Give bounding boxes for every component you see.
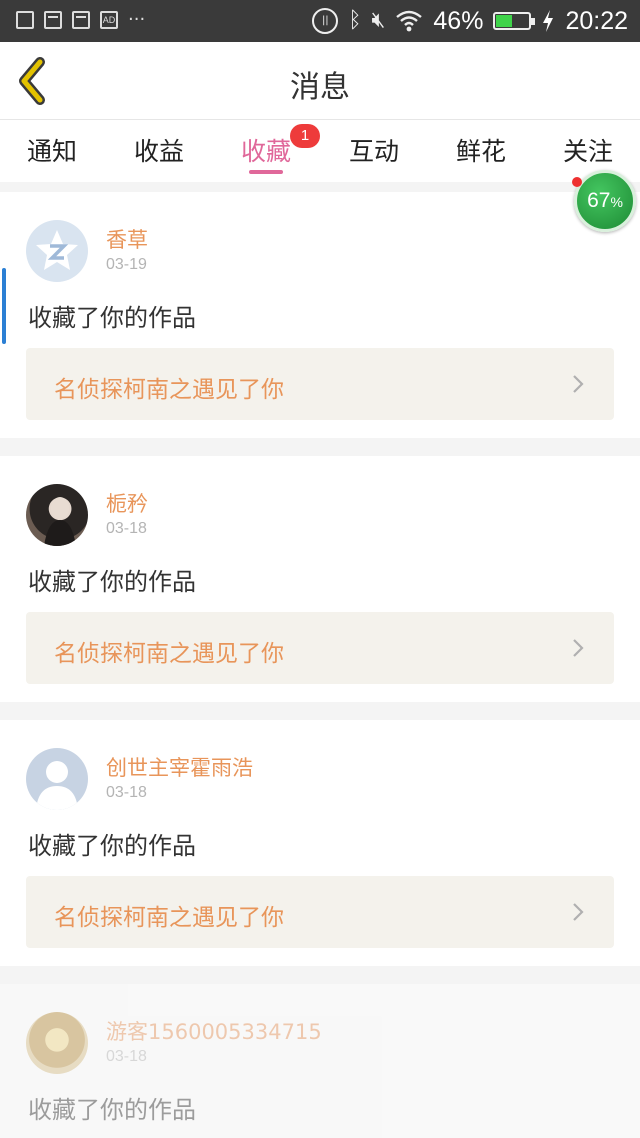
chevron-right-icon: [573, 903, 584, 921]
more-dots-icon: ···: [128, 9, 146, 30]
tab-label: 收藏: [240, 137, 291, 166]
avatar[interactable]: [26, 484, 88, 546]
work-title: 名侦探柯南之遇见了你: [54, 905, 284, 931]
float-ball-unit: %: [610, 194, 623, 210]
message-card[interactable]: 香草 03-19 收藏了你的作品 名侦探柯南之遇见了你: [0, 192, 640, 438]
message-date: 03-19: [106, 256, 147, 273]
calendar-icon: [44, 11, 62, 29]
tab-flowers[interactable]: 鲜花: [441, 132, 521, 168]
tab-label: 通知: [26, 137, 77, 166]
avatar[interactable]: [26, 220, 88, 282]
charging-bolt-icon: [543, 10, 554, 32]
message-card[interactable]: 栀矜 03-18 收藏了你的作品 名侦探柯南之遇见了你: [0, 456, 640, 702]
tab-notifications[interactable]: 通知: [12, 132, 92, 168]
ad-icon: AD: [100, 11, 118, 29]
page-title: 消息: [290, 70, 350, 105]
username[interactable]: 创世主宰霍雨浩: [106, 752, 253, 782]
username[interactable]: 香草: [106, 224, 148, 254]
wifi-icon: [396, 10, 423, 32]
chevron-right-icon: [573, 639, 584, 657]
tab-follow[interactable]: 关注: [548, 132, 628, 168]
work-title: 名侦探柯南之遇见了你: [54, 641, 284, 667]
message-text: 收藏了你的作品: [28, 304, 196, 332]
message-card[interactable]: 创世主宰霍雨浩 03-18 收藏了你的作品 名侦探柯南之遇见了你: [0, 720, 640, 966]
work-link[interactable]: 名侦探柯南之遇见了你: [26, 876, 614, 948]
message-date: 03-18: [106, 784, 147, 801]
tab-bar: 通知 收益 收藏 1 互动 鲜花 关注: [0, 120, 640, 182]
message-text: 收藏了你的作品: [28, 1096, 196, 1124]
message-date: 03-18: [106, 520, 147, 537]
status-bar: AD ··· || ᛒ 🔇︎ 46% 20:22: [0, 0, 640, 42]
sound-wave-icon: ||: [312, 8, 339, 34]
scroll-indicator: [2, 268, 6, 344]
header-bar: 消息: [0, 42, 640, 120]
message-date: 03-18: [106, 1048, 147, 1065]
tab-label: 关注: [562, 137, 613, 166]
default-avatar-icon: [36, 761, 78, 810]
battery-icon: [493, 12, 536, 30]
notification-dot: [572, 177, 582, 187]
work-title: 名侦探柯南之遇见了你: [54, 377, 284, 403]
username[interactable]: 游客1560005334715: [106, 1016, 322, 1046]
chevron-right-icon: [573, 375, 584, 393]
tab-interactions[interactable]: 互动: [334, 132, 414, 168]
message-card[interactable]: 游客1560005334715 03-18 收藏了你的作品: [0, 984, 640, 1138]
tab-favorites[interactable]: 收藏 1: [226, 124, 320, 168]
tab-label: 收益: [133, 137, 184, 166]
clock: 20:22: [565, 7, 628, 35]
unread-badge: 1: [290, 124, 320, 148]
photo-avatar-icon: [44, 497, 76, 546]
tab-earnings[interactable]: 收益: [119, 132, 199, 168]
message-text: 收藏了你的作品: [28, 568, 196, 596]
battery-percent: 46%: [433, 7, 484, 35]
message-text: 收藏了你的作品: [28, 832, 196, 860]
bluetooth-icon: ᛒ: [348, 8, 362, 33]
qq-default-avatar-icon: [36, 230, 78, 270]
work-link[interactable]: 名侦探柯南之遇见了你: [26, 348, 614, 420]
image-icon: [16, 11, 34, 29]
active-tab-underline: [249, 170, 283, 174]
username[interactable]: 栀矜: [106, 488, 148, 518]
tab-label: 互动: [348, 137, 399, 166]
calendar-icon: [72, 11, 90, 29]
work-link[interactable]: 名侦探柯南之遇见了你: [26, 612, 614, 684]
float-ball-value: 67: [587, 189, 611, 212]
avatar[interactable]: [26, 748, 88, 810]
tab-label: 鲜花: [455, 137, 506, 166]
avatar[interactable]: [26, 1012, 88, 1074]
floating-progress-ball[interactable]: 67%: [574, 170, 636, 232]
mute-icon: 🔇︎: [371, 8, 386, 33]
